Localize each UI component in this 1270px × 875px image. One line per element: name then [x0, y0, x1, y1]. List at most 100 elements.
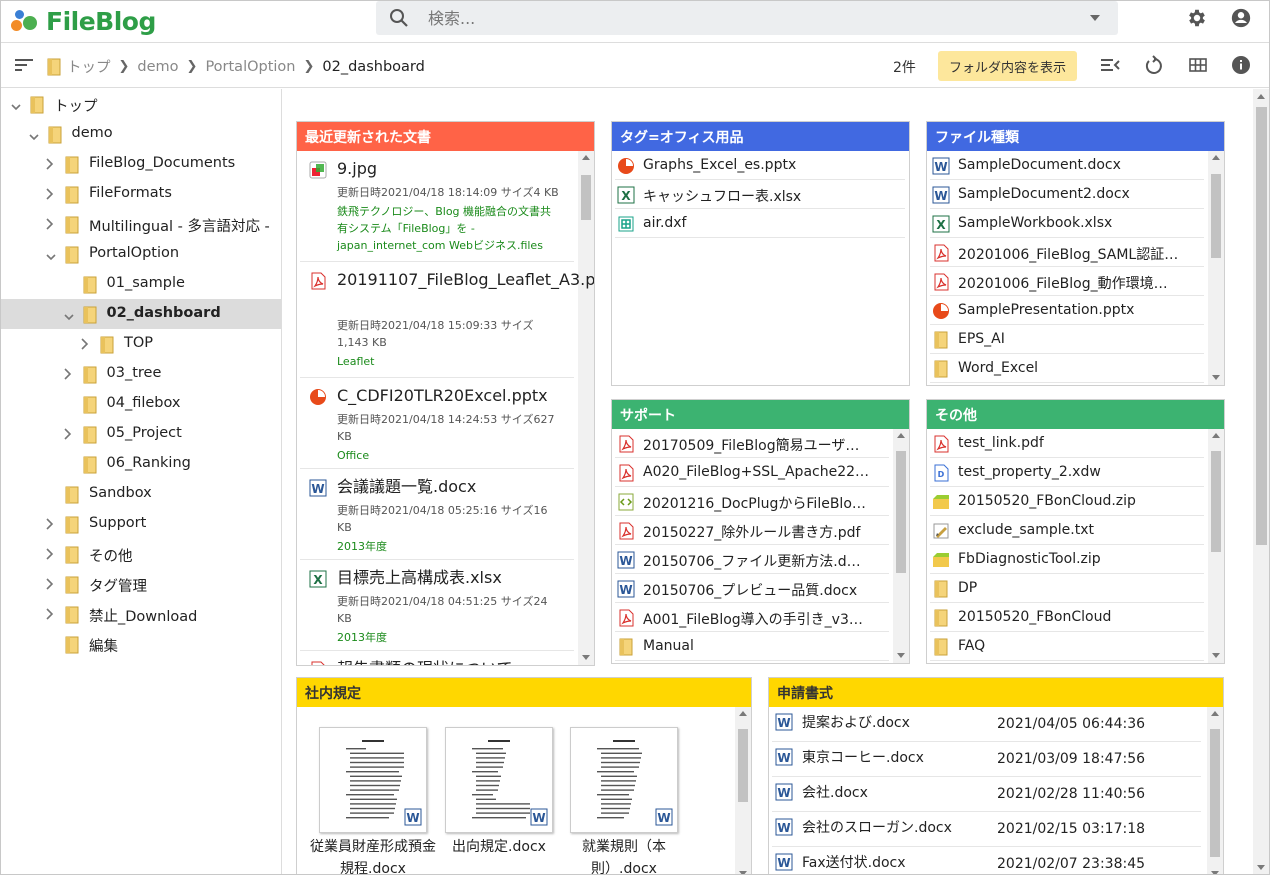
list-item[interactable]: W SampleDocument2.docx — [930, 180, 1204, 209]
tree-node-sandbox[interactable]: Sandbox — [1, 479, 281, 509]
tree-node-item[interactable]: その他 — [1, 539, 281, 569]
tree-node-item[interactable]: トップ — [1, 89, 281, 119]
tree-node-download[interactable]: 禁止_Download — [1, 599, 281, 629]
list-item[interactable]: Graphs_Excel_es.pptx — [615, 151, 905, 180]
list-item[interactable]: test_link.pdf — [930, 429, 1204, 458]
chevron-right-icon[interactable] — [46, 158, 56, 170]
document-tags[interactable]: 2013年度 — [337, 629, 562, 646]
form-item[interactable]: W 会社.docx 2021/02/28 11:40:56 — [772, 777, 1201, 812]
list-item[interactable]: W 20150706_ファイル更新方法.d… — [615, 545, 889, 574]
list-item[interactable]: W 20150706_プレビュー品質.docx — [615, 574, 889, 603]
chevron-right-icon[interactable] — [46, 548, 56, 560]
scrollbar[interactable] — [893, 429, 909, 663]
form-item[interactable]: W Fax送付状.docx 2021/02/07 23:38:45 — [772, 847, 1201, 874]
list-item[interactable]: Manual — [615, 632, 889, 661]
chevron-right-icon[interactable] — [63, 368, 74, 380]
sort-menu-icon[interactable] — [15, 58, 33, 72]
list-item[interactable]: 20201006_FileBlog_SAML認証… — [930, 238, 1204, 267]
breadcrumb-item-demo[interactable]: demo — [137, 59, 178, 75]
breadcrumb-item-top[interactable]: トップ — [67, 56, 111, 77]
recent-document-item[interactable]: 20191107_FileBlog_Leaflet_A3.pdf 更新日時2021… — [300, 262, 594, 378]
document-thumbnail[interactable]: W — [445, 727, 553, 833]
recent-document-item[interactable]: 9.jpg 更新日時2021/04/18 18:14:09 サイズ4 KB 鉄飛テク… — [300, 151, 574, 262]
list-item[interactable]: air.dxf — [615, 209, 905, 238]
tree-node-05-project[interactable]: 05_Project — [1, 419, 281, 449]
chevron-right-icon[interactable] — [46, 608, 56, 620]
scrollbar[interactable] — [1208, 429, 1224, 663]
tree-node-01-sample[interactable]: 01_sample — [1, 269, 281, 299]
list-item[interactable]: SamplePresentation.pptx — [930, 296, 1204, 325]
collapse-list-icon[interactable] — [1100, 55, 1120, 75]
list-item[interactable]: 20150520_FBonCloud — [930, 603, 1204, 632]
recent-document-item[interactable]: C_CDFI20TLR20Excel.pptx 更新日時2021/04/18 14… — [300, 378, 574, 469]
list-item[interactable]: EPS_AI — [930, 325, 1204, 354]
form-item[interactable]: W 会社のスローガン.docx 2021/02/15 03:17:18 — [772, 812, 1201, 847]
list-item[interactable]: A020_FileBlog+SSL_Apache22… — [615, 458, 889, 487]
document-thumbnail[interactable]: W — [319, 727, 427, 833]
scrollbar[interactable] — [1207, 707, 1223, 874]
info-icon[interactable] — [1231, 55, 1251, 75]
tree-node-fileformats[interactable]: FileFormats — [1, 179, 281, 209]
list-item[interactable]: 20150227_除外ルール書き方.pdf — [615, 516, 889, 545]
list-item[interactable]: X SampleWorkbook.xlsx — [930, 209, 1204, 238]
chevron-right-icon[interactable] — [46, 518, 56, 530]
logo[interactable]: FileBlog — [9, 4, 156, 38]
list-item[interactable]: FAQ — [930, 632, 1204, 661]
tree-node-06-ranking[interactable]: 06_Ranking — [1, 449, 281, 479]
recent-document-item[interactable]: W 会議議題一覧.docx 更新日時2021/04/18 05:25:16 サイズ1… — [300, 469, 574, 560]
scrollbar[interactable] — [578, 151, 594, 665]
search-bar[interactable] — [376, 1, 1118, 35]
list-item[interactable]: 20201006_FileBlog_動作環境… — [930, 267, 1204, 296]
search-options-dropdown-icon[interactable] — [1090, 15, 1100, 21]
list-item[interactable]: X キャッシュフロー表.xlsx — [615, 180, 905, 209]
list-item[interactable]: Word_Excel — [930, 354, 1204, 383]
recent-document-item[interactable]: 報告書類の現状について — [300, 651, 574, 665]
chevron-down-icon[interactable] — [11, 100, 21, 112]
list-item[interactable]: A001_FileBlog導入の手引き_v3… — [615, 603, 889, 632]
tree-node-multilingual[interactable]: Multilingual - 多言語対応 - — [1, 209, 281, 239]
account-icon[interactable] — [1230, 7, 1252, 29]
tree-node-demo[interactable]: demo — [1, 119, 281, 149]
list-item[interactable]: DP — [930, 574, 1204, 603]
tree-node-02-dashboard[interactable]: 02_dashboard — [1, 299, 281, 329]
document-tags[interactable]: Leaflet — [337, 353, 562, 370]
chevron-right-icon[interactable] — [46, 218, 56, 230]
recent-document-item[interactable]: X 目標売上高構成表.xlsx 更新日時2021/04/18 04:51:25 サイ… — [300, 560, 574, 651]
chevron-right-icon[interactable] — [81, 338, 91, 350]
chevron-down-icon[interactable] — [28, 130, 39, 142]
chevron-right-icon[interactable] — [46, 188, 56, 200]
list-item[interactable]: W SampleDocument.docx — [930, 151, 1204, 180]
list-item[interactable]: FbDiagnosticTool.zip — [930, 545, 1204, 574]
show-folder-contents-button[interactable]: フォルダ内容を表示 — [938, 51, 1077, 81]
chevron-down-icon[interactable] — [63, 310, 74, 322]
grid-view-icon[interactable] — [1188, 55, 1208, 75]
scrollbar[interactable] — [1208, 151, 1224, 385]
document-tags[interactable]: 鉄飛テクノロジー、Blog 機能融合の文書共有システム「FileBlog」を -… — [337, 203, 562, 254]
breadcrumb-item-portaloption[interactable]: PortalOption — [205, 59, 295, 75]
tree-node-support[interactable]: Support — [1, 509, 281, 539]
chevron-right-icon[interactable] — [46, 578, 56, 590]
document-thumbnail[interactable]: W — [570, 727, 678, 833]
search-input[interactable] — [428, 5, 1048, 31]
tree-node-portaloption[interactable]: PortalOption — [1, 239, 281, 269]
tree-node-fileblog-documents[interactable]: FileBlog_Documents — [1, 149, 281, 179]
list-item[interactable]: Dtest_property_2.xdw — [930, 458, 1204, 487]
document-tags[interactable]: 2013年度 — [337, 538, 562, 555]
main-scrollbar[interactable] — [1253, 89, 1269, 874]
list-item[interactable]: 20170509_FileBlog簡易ユーザ… — [615, 429, 889, 458]
tree-node-04-filebox[interactable]: 04_filebox — [1, 389, 281, 419]
tree-node-item[interactable]: タグ管理 — [1, 569, 281, 599]
form-item[interactable]: W 提案および.docx 2021/04/05 06:44:36 — [772, 707, 1201, 742]
tree-node-top[interactable]: TOP — [1, 329, 281, 359]
list-item[interactable]: 20150520_FBonCloud.zip — [930, 487, 1204, 516]
settings-gear-icon[interactable] — [1186, 7, 1208, 29]
document-tags[interactable]: Office — [337, 447, 562, 464]
chevron-right-icon[interactable] — [63, 428, 74, 440]
chevron-down-icon[interactable] — [46, 250, 56, 262]
refresh-icon[interactable] — [1144, 55, 1164, 75]
tree-node-item[interactable]: 編集 — [1, 629, 281, 659]
list-item[interactable]: exclude_sample.txt — [930, 516, 1204, 545]
tree-node-03-tree[interactable]: 03_tree — [1, 359, 281, 389]
scrollbar[interactable] — [735, 707, 751, 874]
form-item[interactable]: W 東京コーヒー.docx 2021/03/09 18:47:56 — [772, 742, 1201, 777]
